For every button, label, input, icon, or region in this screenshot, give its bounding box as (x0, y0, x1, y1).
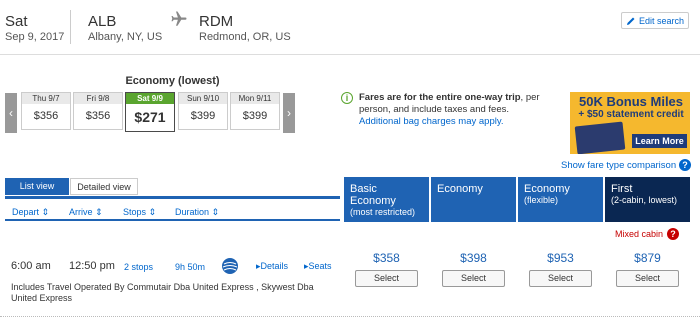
trip-day: Sat (5, 13, 28, 30)
globe-icon (222, 262, 238, 271)
flight-depart-time: 6:00 am (11, 260, 51, 272)
bag-charges-link[interactable]: Additional bag charges may apply. (359, 116, 504, 127)
origin-city: Albany, NY, US (88, 31, 163, 43)
sort-icon: ⇕ (148, 207, 157, 217)
trip-date: Sep 9, 2017 (5, 31, 65, 43)
edit-search-label: Edit search (638, 15, 685, 26)
sort-duration[interactable]: Duration ⇕ (175, 207, 219, 218)
row-divider (0, 316, 700, 317)
info-icon: i (341, 92, 353, 104)
calendar-day-price: $356 (33, 110, 59, 122)
select-first-button[interactable]: Select (616, 270, 679, 287)
fare-note: Fares are for the entire one-way trip, p… (359, 92, 549, 128)
airline-logo-icon (222, 258, 238, 274)
sort-stops-label: Stops (123, 207, 147, 217)
mixed-cabin-label: Mixed cabin (615, 229, 664, 239)
chevron-left-icon: ‹ (5, 93, 17, 133)
trip-header: Sat Sep 9, 2017 ALB Albany, NY, US RDM R… (0, 0, 700, 55)
calendar-day-label: Sun 9/10 (179, 93, 227, 104)
calendar-day-label: Thu 9/7 (22, 93, 70, 104)
chevron-right-icon: › (283, 93, 295, 133)
flight-arrive-time: 12:50 pm (69, 260, 115, 272)
fare-column-economy[interactable]: Economy (431, 177, 516, 222)
fare-price-economy: $398 (460, 251, 487, 265)
credit-card-image (574, 121, 626, 154)
fare-column-subtitle: (flexible) (524, 195, 559, 205)
flight-details-link[interactable]: ▸Details (256, 261, 288, 272)
fare-price-economy-flexible: $953 (547, 251, 574, 265)
sort-arrive[interactable]: Arrive ⇕ (69, 207, 103, 218)
select-economy-button[interactable]: Select (442, 270, 505, 287)
fare-column-first[interactable]: First (2-cabin, lowest) (605, 177, 690, 222)
flight-duration: 9h 50m (175, 262, 206, 272)
calendar-day-price: $271 (134, 109, 166, 125)
airplane-icon (171, 11, 187, 26)
tab-list-view[interactable]: List view (5, 178, 69, 195)
destination-code: RDM (199, 13, 234, 30)
sort-duration-label: Duration (175, 207, 210, 217)
pencil-icon (626, 17, 635, 25)
calendar-day[interactable]: Mon 9/11 $399 (230, 92, 280, 130)
fare-column-economy-flexible[interactable]: Economy (flexible) (518, 177, 603, 222)
calendar-day[interactable]: Sun 9/10 $399 (178, 92, 228, 130)
flight-seats-link[interactable]: ▸Seats (304, 261, 332, 272)
calendar-day-price: $399 (242, 110, 268, 122)
ad-learn-more-button[interactable]: Learn More (632, 134, 687, 148)
calendar-day-price: $399 (190, 110, 216, 122)
select-economy-flexible-button[interactable]: Select (529, 270, 592, 287)
calendar-prev-button[interactable]: ‹ (5, 93, 17, 133)
fare-column-basic-economy[interactable]: Basic Economy (most restricted) (344, 177, 429, 222)
edit-search-button[interactable]: Edit search (621, 12, 689, 29)
sort-stops[interactable]: Stops ⇕ (123, 207, 156, 218)
sort-icon: ⇕ (211, 207, 220, 217)
fare-comparison-link[interactable]: Show fare type comparison (561, 160, 676, 171)
calendar-day-label: Fri 9/8 (74, 93, 122, 104)
header-divider (70, 10, 71, 44)
help-icon[interactable]: ? (679, 159, 691, 171)
flight-seats-label: Seats (308, 261, 332, 271)
sort-header: Depart ⇕ Arrive ⇕ Stops ⇕ Duration ⇕ (5, 196, 340, 221)
fare-price-basic-economy: $358 (373, 251, 400, 265)
ad-subheadline: + $50 statement credit (578, 109, 684, 120)
sort-icon: ⇕ (41, 207, 50, 217)
fare-column-title: Economy (524, 183, 570, 195)
operated-by-note: Includes Travel Operated By Commutair Db… (11, 282, 314, 303)
promo-ad[interactable]: 50K Bonus Miles + $50 statement credit L… (570, 92, 690, 154)
fare-column-title: First (611, 183, 633, 195)
fare-column-subtitle: (most restricted) (350, 207, 416, 217)
calendar-day[interactable]: Thu 9/7 $356 (21, 92, 71, 130)
calendar-next-button[interactable]: › (283, 93, 295, 133)
sort-depart[interactable]: Depart ⇕ (12, 207, 49, 218)
fare-price-first: $879 (634, 251, 661, 265)
ad-headline: 50K Bonus Miles (578, 94, 684, 109)
calendar-day-label: Mon 9/11 (231, 93, 279, 104)
help-icon[interactable]: ? (667, 228, 679, 240)
flight-stops-link[interactable]: 2 stops (124, 262, 153, 272)
sort-depart-label: Depart (12, 207, 40, 217)
calendar-title: Economy (lowest) (125, 75, 220, 87)
select-basic-economy-button[interactable]: Select (355, 270, 418, 287)
fare-column-title: Basic Economy (350, 183, 396, 207)
calendar-day-selected[interactable]: Sat 9/9 $271 (125, 92, 175, 132)
origin-code: ALB (88, 13, 117, 30)
fare-column-title: Economy (437, 183, 483, 195)
destination-city: Redmond, OR, US (199, 31, 291, 43)
tab-detailed-view[interactable]: Detailed view (70, 178, 138, 195)
sort-icon: ⇕ (95, 207, 103, 217)
calendar-day-label: Sat 9/9 (126, 93, 174, 104)
fare-column-subtitle: (2-cabin, lowest) (611, 195, 678, 205)
calendar-day[interactable]: Fri 9/8 $356 (73, 92, 123, 130)
sort-arrive-label: Arrive (69, 207, 93, 217)
flight-details-label: Details (260, 261, 289, 271)
calendar-day-price: $356 (85, 110, 111, 122)
fare-note-bold: Fares are for the entire one-way trip (359, 92, 521, 103)
